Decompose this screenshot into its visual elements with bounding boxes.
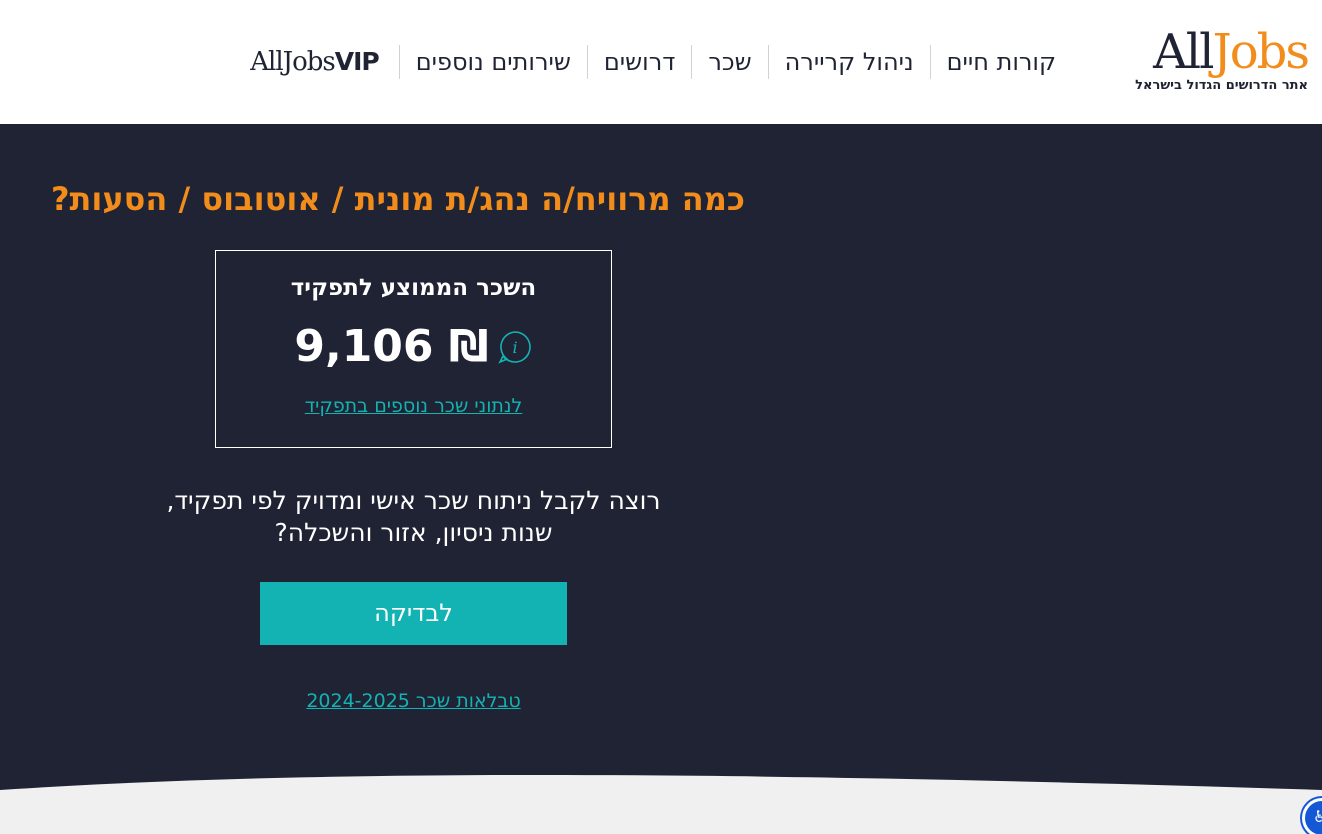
logo-all-text: All <box>1153 24 1214 80</box>
nav-item-jobs[interactable]: דרושים <box>588 45 691 79</box>
question-line-1: רוצה לקבל ניתוח שכר אישי ומדויק לפי תפקי… <box>166 486 661 515</box>
average-salary-label: השכר הממוצע לתפקיד <box>290 275 537 301</box>
nav-divider <box>929 45 931 79</box>
check-button[interactable]: לבדיקה <box>260 582 567 645</box>
nav-divider <box>767 45 769 79</box>
salary-tables-link[interactable]: טבלאות שכר 2024-2025 <box>260 690 567 712</box>
alljobs-vip-link[interactable]: AllJobsVIP <box>250 47 398 77</box>
vip-badge: VIP <box>334 47 380 76</box>
vip-text: AllJobs <box>250 47 335 77</box>
nav-item-cv[interactable]: קורות חיים <box>931 45 1072 79</box>
question-line-2: שנות ניסיון, אזור והשכלה? <box>274 518 553 547</box>
logo-tagline: אתר הדרושים הגדול בישראל <box>1135 78 1308 93</box>
main-nav: קורות חיים ניהול קריירה שכר דרושים שירות… <box>250 40 1072 84</box>
average-salary-card: השכר הממוצע לתפקיד i 9,106 ₪ לנתוני שכר … <box>215 250 612 448</box>
more-salary-data-link[interactable]: לנתוני שכר נוספים בתפקיד <box>216 395 611 417</box>
nav-item-career[interactable]: ניהול קריירה <box>769 45 930 79</box>
site-header: AllJobs אתר הדרושים הגדול בישראל קורות ח… <box>0 0 1322 124</box>
nav-item-salary[interactable]: שכר <box>692 45 767 79</box>
page-title: כמה מרוויח/ה נהג/ת מונית / אוטובוס / הסע… <box>50 180 745 218</box>
footer-wave <box>0 775 1322 834</box>
personal-analysis-question: רוצה לקבל ניתוח שכר אישי ומדויק לפי תפקי… <box>120 485 707 549</box>
salary-row: i 9,106 ₪ <box>216 321 611 372</box>
accessibility-icon: ♿ <box>1313 807 1322 826</box>
nav-item-services[interactable]: שירותים נוספים <box>400 45 587 79</box>
nav-divider <box>691 45 693 79</box>
logo-jobs-text: Jobs <box>1212 24 1310 80</box>
info-icon[interactable]: i <box>497 329 533 365</box>
svg-text:i: i <box>512 338 517 357</box>
alljobs-logo[interactable]: AllJobs אתר הדרושים הגדול בישראל <box>1135 24 1316 98</box>
nav-divider <box>398 45 400 79</box>
nav-divider <box>586 45 588 79</box>
average-salary-value: 9,106 ₪ <box>294 321 489 372</box>
